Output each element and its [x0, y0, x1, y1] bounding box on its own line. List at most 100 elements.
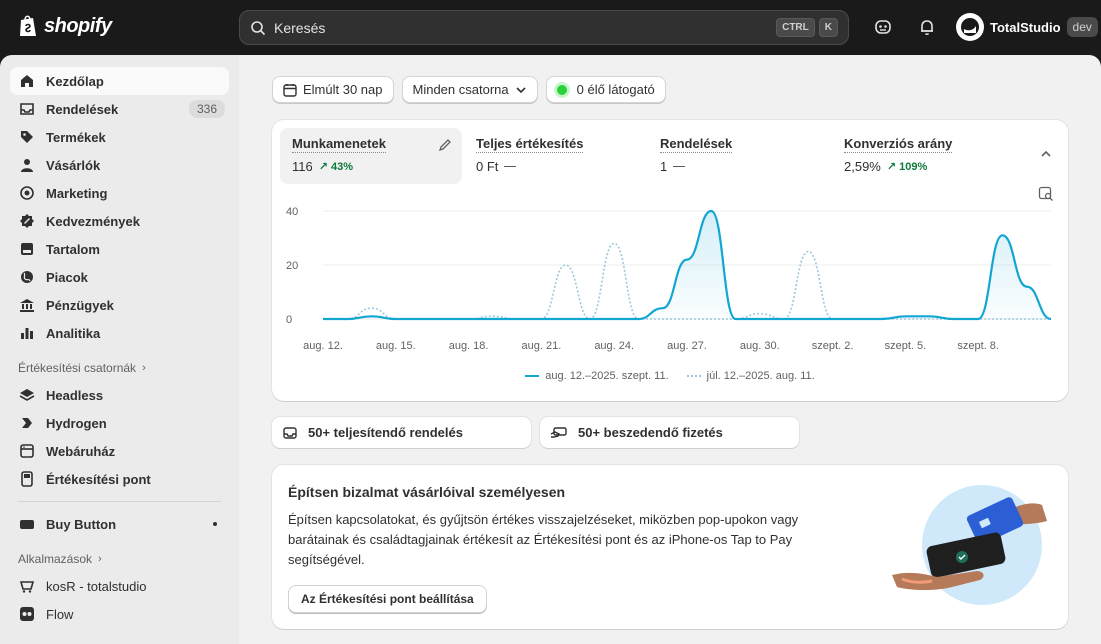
metric-conversion-rate[interactable]: Konverziós arány 2,59% ↗ 109%	[832, 128, 1014, 184]
sidebar-item-products[interactable]: Termékek	[10, 123, 229, 151]
legend-swatch-solid	[525, 375, 540, 377]
sidebar-item-content[interactable]: Tartalom	[10, 235, 229, 263]
sidebar-item-headless[interactable]: Headless	[10, 381, 229, 409]
person-icon	[18, 156, 36, 174]
legend-current[interactable]: aug. 12.–2025. szept. 11.	[525, 370, 669, 382]
store-icon	[18, 442, 36, 460]
buy-button-icon	[18, 515, 36, 533]
metric-change: ↗ 109%	[886, 161, 928, 173]
pos-promo-card: Építsen bizalmat vásárlóival személyesen…	[272, 465, 1068, 629]
sidebar-item-label: Webáruház	[46, 443, 116, 459]
sidebar-item-buy-button[interactable]: Buy Button	[10, 510, 229, 538]
live-indicator-dot	[556, 84, 567, 95]
x-tick-label: szept. 5.	[885, 340, 927, 352]
x-tick-label: aug. 15.	[376, 340, 416, 352]
change-value: 43%	[331, 161, 354, 173]
divider	[18, 501, 221, 502]
live-visitors-button[interactable]: 0 élő látogató	[545, 76, 666, 103]
x-tick-label: aug. 21.	[522, 340, 562, 352]
sidebar-item-label: Analitika	[46, 325, 101, 341]
sidebar-item-label: Tartalom	[46, 241, 100, 257]
store-menu[interactable]: TotalStudio dev	[956, 13, 1098, 41]
sidebar-item-customers[interactable]: Vásárlók	[10, 151, 229, 179]
sidebar-item-pos[interactable]: Értékesítési pont	[10, 465, 229, 493]
sidebar-item-hydrogen[interactable]: Hydrogen	[10, 409, 229, 437]
chevron-down-icon	[516, 86, 526, 93]
legend-previous[interactable]: júl. 12.–2025. aug. 11.	[686, 370, 815, 382]
sidebar-item-label: Piacok	[46, 269, 88, 285]
metric-value: 1	[660, 159, 668, 174]
sidebar-item-orders[interactable]: Rendelések 336	[10, 95, 229, 123]
pos-icon	[18, 470, 36, 488]
search-placeholder: Keresés	[274, 19, 326, 36]
discount-icon	[18, 212, 36, 230]
metric-orders[interactable]: Rendelések 1	[648, 128, 830, 184]
x-tick-label: aug. 27.	[667, 340, 707, 352]
change-value: 109%	[899, 161, 928, 173]
store-avatar	[956, 13, 984, 41]
promo-body: Építsen kapcsolatokat, és gyűjtsön érték…	[288, 512, 799, 567]
calendar-icon	[283, 83, 297, 97]
sidebar: Kezdőlap Rendelések 336 Termékek Vásárló…	[0, 55, 239, 644]
orders-count-badge: 336	[188, 100, 225, 118]
metric-value: 116	[292, 159, 313, 174]
logo-text: shopify	[44, 14, 112, 37]
search-bar[interactable]: Keresés CTRL K	[239, 10, 849, 45]
sidebar-item-label: Marketing	[46, 185, 108, 201]
channel-label: Minden csatorna	[412, 82, 509, 97]
shopify-logo[interactable]: shopify	[18, 14, 112, 38]
sidebar-item-discounts[interactable]: Kedvezmények	[10, 207, 229, 235]
sidebar-item-label: Buy Button	[46, 516, 117, 532]
globe-icon	[18, 268, 36, 286]
sidebar-item-label: Rendelések	[46, 101, 119, 117]
chevron-up-icon[interactable]	[1040, 148, 1052, 160]
filter-bar: Elmúlt 30 nap Minden csatorna 0 élő láto…	[272, 76, 666, 103]
setup-pos-button[interactable]: Az Értékesítési pont beállítása	[288, 585, 487, 613]
metric-label: Teljes értékesítés	[476, 136, 584, 153]
metric-label: Konverziós arány	[844, 136, 953, 153]
sidebar-item-app-flow[interactable]: Flow	[10, 600, 229, 628]
live-visitors-label: 0 élő látogató	[576, 82, 655, 97]
sidebar-item-online-store[interactable]: Webáruház	[10, 437, 229, 465]
sidebar-item-finance[interactable]: Pénzügyek	[10, 291, 229, 319]
sidebar-item-label: Kezdőlap	[46, 73, 104, 89]
date-range-button[interactable]: Elmúlt 30 nap	[272, 76, 394, 103]
y-tick-label: 0	[286, 314, 292, 326]
bell-icon[interactable]	[917, 17, 937, 37]
sidebar-item-marketing[interactable]: Marketing	[10, 179, 229, 207]
payments-to-capture-button[interactable]: 50+ beszedendő fizetés	[540, 417, 799, 448]
chart-icon	[18, 324, 36, 342]
sessions-line-chart: 0 20 40 aug. 12. aug. 15. aug. 18. aug. 21. aug…	[286, 206, 1052, 352]
sidebar-item-markets[interactable]: Piacok	[10, 263, 229, 291]
sidebar-item-label: Pénzügyek	[46, 297, 114, 313]
sidebar-item-app-kosr[interactable]: kosR - totalstudio	[10, 572, 229, 600]
x-tick-label: szept. 8.	[957, 340, 999, 352]
chart-legend: aug. 12.–2025. szept. 11. júl. 12.–2025.…	[272, 370, 1068, 382]
unfulfilled-orders-button[interactable]: 50+ teljesítendő rendelés	[272, 417, 531, 448]
chevron-right-icon: ›	[98, 553, 102, 565]
no-change-dash	[673, 165, 686, 168]
sidekick-icon[interactable]	[873, 17, 893, 37]
metric-value: 0 Ft	[476, 159, 499, 174]
sidebar-item-home[interactable]: Kezdőlap	[10, 67, 229, 95]
channel-select[interactable]: Minden csatorna	[401, 76, 538, 103]
x-tick-label: aug. 24.	[594, 340, 634, 352]
pencil-icon[interactable]	[438, 138, 452, 152]
no-change-dash	[504, 165, 517, 168]
inbox-icon	[283, 426, 297, 439]
section-label: Alkalmazások	[18, 552, 93, 566]
sidebar-item-label: Kedvezmények	[46, 213, 140, 229]
app-icon	[18, 577, 36, 595]
home-icon	[18, 72, 36, 90]
metric-total-sales[interactable]: Teljes értékesítés 0 Ft	[464, 128, 646, 184]
target-icon	[18, 184, 36, 202]
sidebar-item-analytics[interactable]: Analitika	[10, 319, 229, 347]
sales-channels-heading[interactable]: Értékesítési csatornák ›	[10, 355, 229, 381]
cash-icon	[550, 426, 567, 438]
apps-heading[interactable]: Alkalmazások ›	[10, 546, 229, 572]
y-tick-label: 20	[286, 260, 298, 272]
x-tick-label: aug. 18.	[449, 340, 489, 352]
sidebar-item-label: Termékek	[46, 129, 106, 145]
analytics-card: Munkamenetek 116 ↗ 43% Teljes értékesíté…	[272, 120, 1068, 401]
metric-sessions[interactable]: Munkamenetek 116 ↗ 43%	[280, 128, 462, 184]
